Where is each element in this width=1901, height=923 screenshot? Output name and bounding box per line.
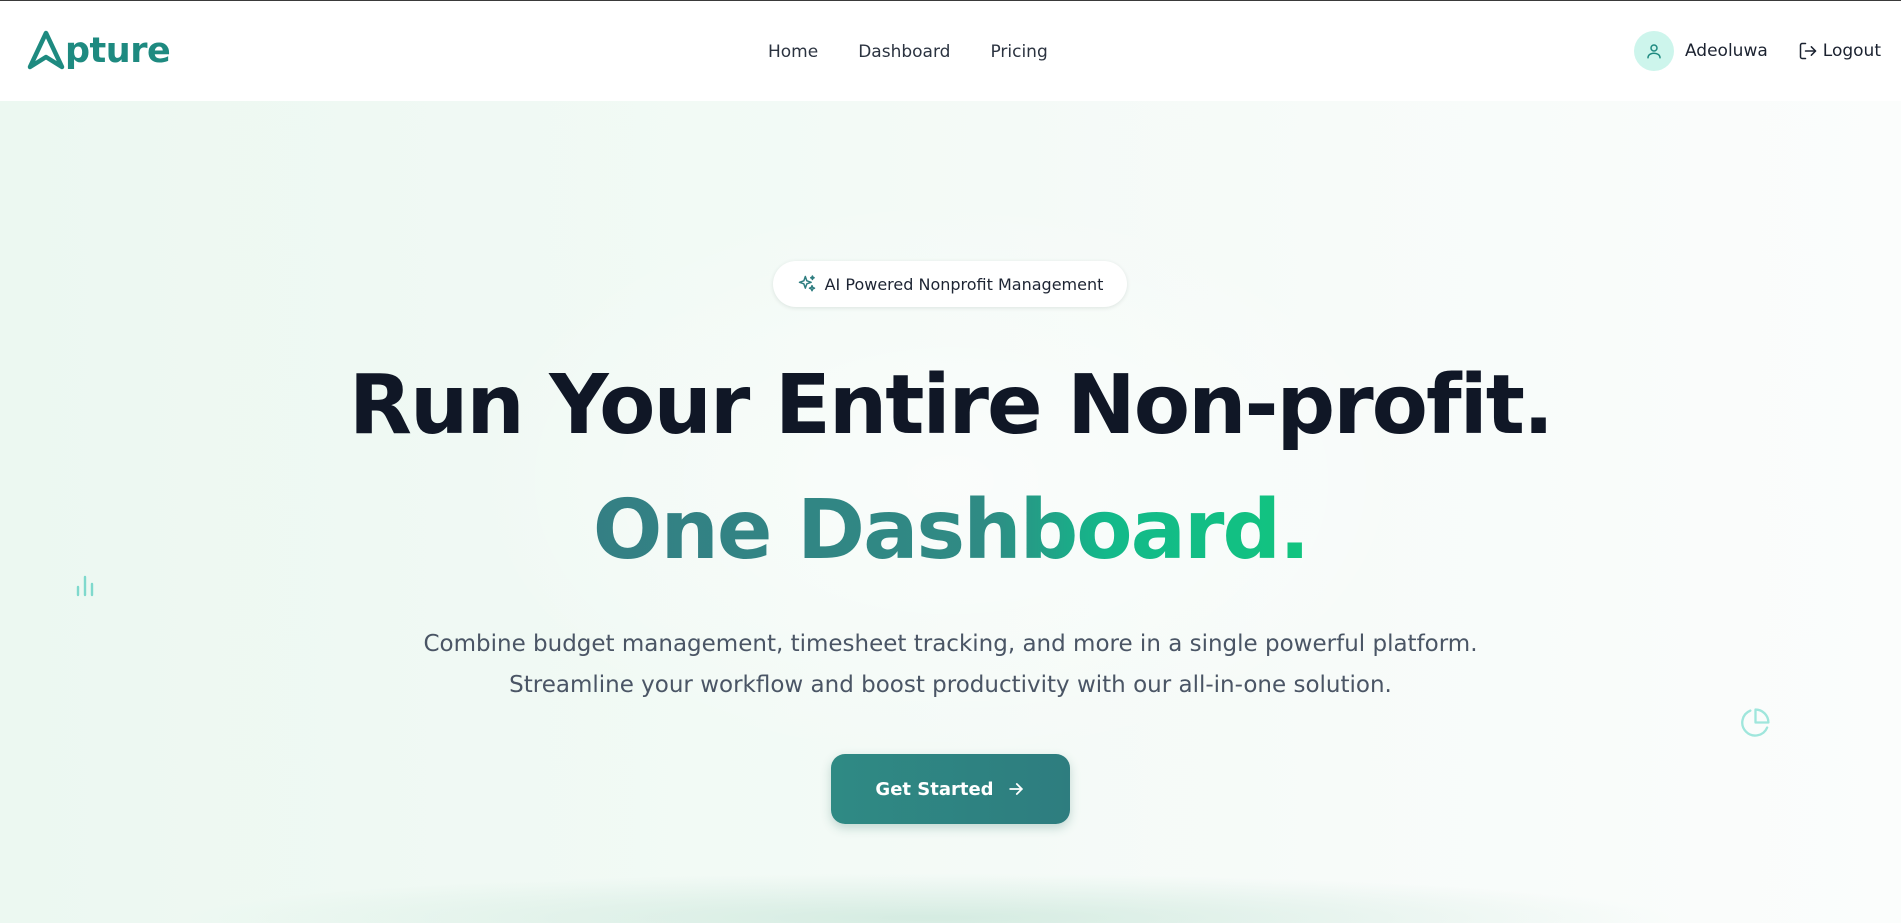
logo[interactable]: pture	[26, 29, 171, 73]
nav-link-pricing[interactable]: Pricing	[990, 42, 1047, 62]
get-started-label: Get Started	[875, 778, 994, 800]
logout-label: Logout	[1822, 41, 1881, 61]
headline-line-2: One Dashboard.	[0, 481, 1901, 581]
hero-description: Combine budget management, timesheet tra…	[0, 624, 1901, 706]
description-line-2: Streamline your workflow and boost produ…	[509, 672, 1392, 698]
user-icon	[1647, 44, 1661, 59]
bottom-glow	[180, 873, 1680, 923]
ai-badge: AI Powered Nonprofit Management	[773, 261, 1127, 307]
headline-line-2-text: One Dashboard.	[592, 483, 1310, 578]
logout-icon	[1799, 42, 1817, 60]
hero-section: AI Powered Nonprofit Management Run Your…	[0, 101, 1901, 923]
description-line-1: Combine budget management, timesheet tra…	[423, 631, 1478, 657]
logo-text: pture	[65, 31, 171, 71]
badge-label: AI Powered Nonprofit Management	[824, 274, 1104, 294]
sparkles-icon	[798, 275, 815, 292]
username: Adeoluwa	[1684, 41, 1768, 61]
get-started-button[interactable]: Get Started	[831, 754, 1070, 824]
nav-link-home[interactable]: Home	[768, 42, 818, 62]
user-area: Adeoluwa Logout	[1633, 31, 1881, 71]
pie-chart-icon	[1741, 708, 1770, 737]
main-nav: Home Dashboard Pricing	[768, 42, 1048, 62]
navbar: pture Home Dashboard Pricing Adeoluwa Lo…	[0, 1, 1901, 101]
headline-line-1: Run Your Entire Non-profit.	[348, 358, 1554, 453]
logout-button[interactable]: Logout	[1798, 41, 1881, 61]
logo-mark-icon	[27, 30, 65, 70]
nav-link-dashboard[interactable]: Dashboard	[858, 42, 950, 62]
arrow-right-icon	[1008, 783, 1023, 795]
avatar[interactable]	[1633, 31, 1674, 71]
